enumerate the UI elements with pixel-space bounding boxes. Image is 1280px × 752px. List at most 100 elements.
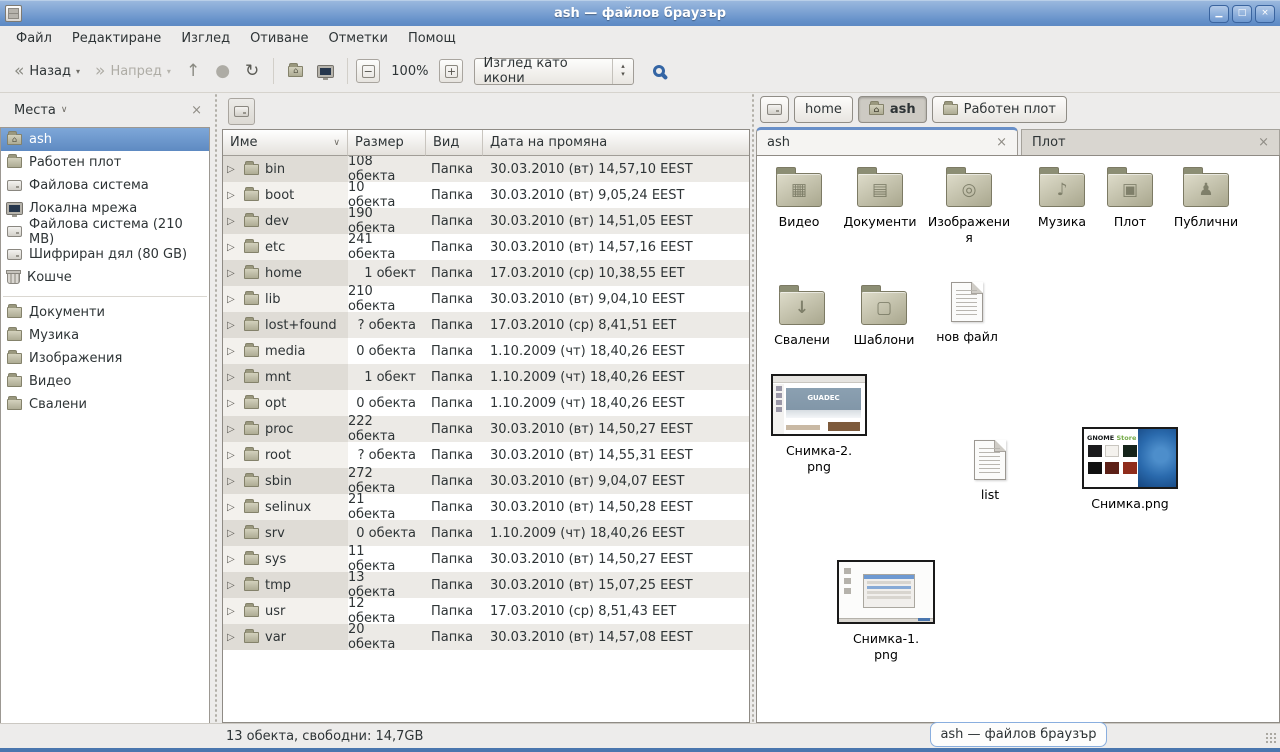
expander-icon[interactable]: ▷ [227,320,238,331]
expander-icon[interactable]: ▷ [227,528,238,539]
up-button[interactable]: ↑ [180,59,206,84]
table-row[interactable]: ▷ selinux 21 обекта Папка 30.03.2010 (вт… [223,494,749,520]
tab-close-icon[interactable]: × [1258,135,1269,150]
table-row[interactable]: ▷ usr 12 обекта Папка 17.03.2010 (ср) 8,… [223,598,749,624]
expander-icon[interactable]: ▷ [227,242,238,253]
zoom-in-button[interactable]: + [439,59,463,83]
expander-icon[interactable]: ▷ [227,554,238,565]
expander-icon[interactable]: ▷ [227,476,238,487]
sidebar-item-filesystem-210mb[interactable]: Файлова система (210 MB) [1,220,209,243]
computer-button[interactable] [312,62,339,81]
sidebar-item-pictures[interactable]: Изображения [1,347,209,370]
back-button[interactable]: « Назад ▾ [8,59,86,84]
expander-icon[interactable]: ▷ [227,216,238,227]
menu-bookmarks[interactable]: Отметки [318,28,397,49]
breadcrumb-home-button[interactable]: home [794,96,853,123]
expander-icon[interactable]: ▷ [227,632,238,643]
icon-item-snimka-1[interactable]: Снимка-1.png [836,560,936,662]
table-row[interactable]: ▷ tmp 13 обекта Папка 30.03.2010 (вт) 15… [223,572,749,598]
expander-icon[interactable]: ▷ [227,450,238,461]
table-row[interactable]: ▷ opt 0 обекта Папка 1.10.2009 (чт) 18,4… [223,390,749,416]
table-row[interactable]: ▷ proc 222 обекта Папка 30.03.2010 (вт) … [223,416,749,442]
home-button[interactable]: ⌂ [282,62,309,81]
stop-button[interactable]: ● [209,59,236,84]
icon-item-documents[interactable]: ▤ Документи [837,166,923,230]
breadcrumb-ash-button[interactable]: ⌂ ash [858,96,927,123]
breadcrumb-root-button[interactable] [760,96,789,123]
sidebar-item-filesystem[interactable]: Файлова система [1,174,209,197]
resize-grip[interactable] [1265,732,1277,744]
table-row[interactable]: ▷ sys 11 обекта Папка 30.03.2010 (вт) 14… [223,546,749,572]
zoom-out-button[interactable]: − [356,59,380,83]
table-row[interactable]: ▷ var 20 обекта Папка 30.03.2010 (вт) 14… [223,624,749,650]
sidebar-item-ash[interactable]: ⌂ ash [1,128,209,151]
table-row[interactable]: ▷ srv 0 обекта Папка 1.10.2009 (чт) 18,4… [223,520,749,546]
table-row[interactable]: ▷ lib 210 обекта Папка 30.03.2010 (вт) 9… [223,286,749,312]
expander-icon[interactable]: ▷ [227,424,238,435]
sidebar-item-encrypted-80gb[interactable]: Шифриран дял (80 GB) [1,243,209,266]
expander-icon[interactable]: ▷ [227,580,238,591]
menu-go[interactable]: Отиване [240,28,318,49]
icon-item-public[interactable]: ♟ Публични [1163,166,1249,230]
view-mode-combo[interactable]: Изглед като икони ▴▾ [474,58,634,85]
sidebar-item-trash[interactable]: Кошче [1,266,209,289]
search-button[interactable] [647,61,671,81]
icon-item-templates[interactable]: ▢ Шаблони [844,284,924,348]
table-row[interactable]: ▷ mnt 1 обект Папка 1.10.2009 (чт) 18,40… [223,364,749,390]
taskbar-window-button[interactable]: ash — файлов браузър [930,722,1107,747]
expander-icon[interactable]: ▷ [227,164,238,175]
breadcrumb-desktop-button[interactable]: Работен плот [932,96,1067,123]
sidebar-item-documents[interactable]: Документи [1,301,209,324]
table-row[interactable]: ▷ home 1 обект Папка 17.03.2010 (ср) 10,… [223,260,749,286]
icon-item-snimka-2[interactable]: GUADEC Снимка-2.png [769,374,869,474]
tree-root-button[interactable] [228,98,255,125]
menu-edit[interactable]: Редактиране [62,28,171,49]
tab-plot[interactable]: Плот × [1021,129,1280,155]
table-row[interactable]: ▷ dev 190 обекта Папка 30.03.2010 (вт) 1… [223,208,749,234]
column-header-size[interactable]: Размер [348,130,426,156]
table-row[interactable]: ▷ boot 10 обекта Папка 30.03.2010 (вт) 9… [223,182,749,208]
sidebar-close-icon[interactable]: × [191,103,202,118]
menu-file[interactable]: Файл [6,28,62,49]
tab-ash[interactable]: ash × [756,127,1018,155]
expander-icon[interactable]: ▷ [227,502,238,513]
expander-icon[interactable]: ▷ [227,606,238,617]
icon-item-desktop[interactable]: ▣ Плот [1090,166,1170,230]
maximize-button[interactable]: □ [1232,5,1252,23]
forward-button[interactable]: » Напред ▾ [89,59,177,84]
expander-icon[interactable]: ▷ [227,346,238,357]
icon-item-pictures[interactable]: ◎ Изображения [923,166,1015,245]
expander-icon[interactable]: ▷ [227,372,238,383]
table-row[interactable]: ▷ root ? обекта Папка 30.03.2010 (вт) 14… [223,442,749,468]
expander-icon[interactable]: ▷ [227,190,238,201]
icon-item-snimka[interactable]: GNOME Store Снимка.png [1080,427,1180,512]
column-header-type[interactable]: Вид [426,130,483,156]
tab-close-icon[interactable]: × [996,135,1007,150]
expander-icon[interactable]: ▷ [227,268,238,279]
reload-button[interactable]: ↻ [239,59,265,84]
back-dropdown-icon[interactable]: ▾ [76,67,80,76]
column-header-date[interactable]: Дата на промяна [483,130,749,156]
table-row[interactable]: ▷ etc 241 обекта Папка 30.03.2010 (вт) 1… [223,234,749,260]
expander-icon[interactable]: ▷ [227,398,238,409]
table-row[interactable]: ▷ lost+found ? обекта Папка 17.03.2010 (… [223,312,749,338]
icon-item-video[interactable]: ▦ Видео [757,166,841,230]
menu-help[interactable]: Помощ [398,28,466,49]
sidebar-item-desktop[interactable]: Работен плот [1,151,209,174]
sidebar-item-video[interactable]: Видео [1,370,209,393]
sidebar-item-downloads[interactable]: Свалени [1,393,209,416]
close-button[interactable]: × [1255,5,1275,23]
icon-item-list[interactable]: list [960,440,1020,503]
minimize-button[interactable]: ▁ [1209,5,1229,23]
table-row[interactable]: ▷ sbin 272 обекта Папка 30.03.2010 (вт) … [223,468,749,494]
sidebar-mode-combo[interactable]: Места ∨ [8,100,74,121]
pane-resize-handle[interactable] [210,93,222,723]
table-row[interactable]: ▷ bin 108 обекта Папка 30.03.2010 (вт) 1… [223,156,749,182]
icon-item-new-file[interactable]: нов файл [927,282,1007,345]
table-row[interactable]: ▷ media 0 обекта Папка 1.10.2009 (чт) 18… [223,338,749,364]
menu-view[interactable]: Изглед [171,28,240,49]
icon-item-downloads[interactable]: ↓ Свалени [762,284,842,348]
sidebar-item-music[interactable]: Музика [1,324,209,347]
column-header-name[interactable]: Име ∨ [223,130,348,156]
expander-icon[interactable]: ▷ [227,294,238,305]
